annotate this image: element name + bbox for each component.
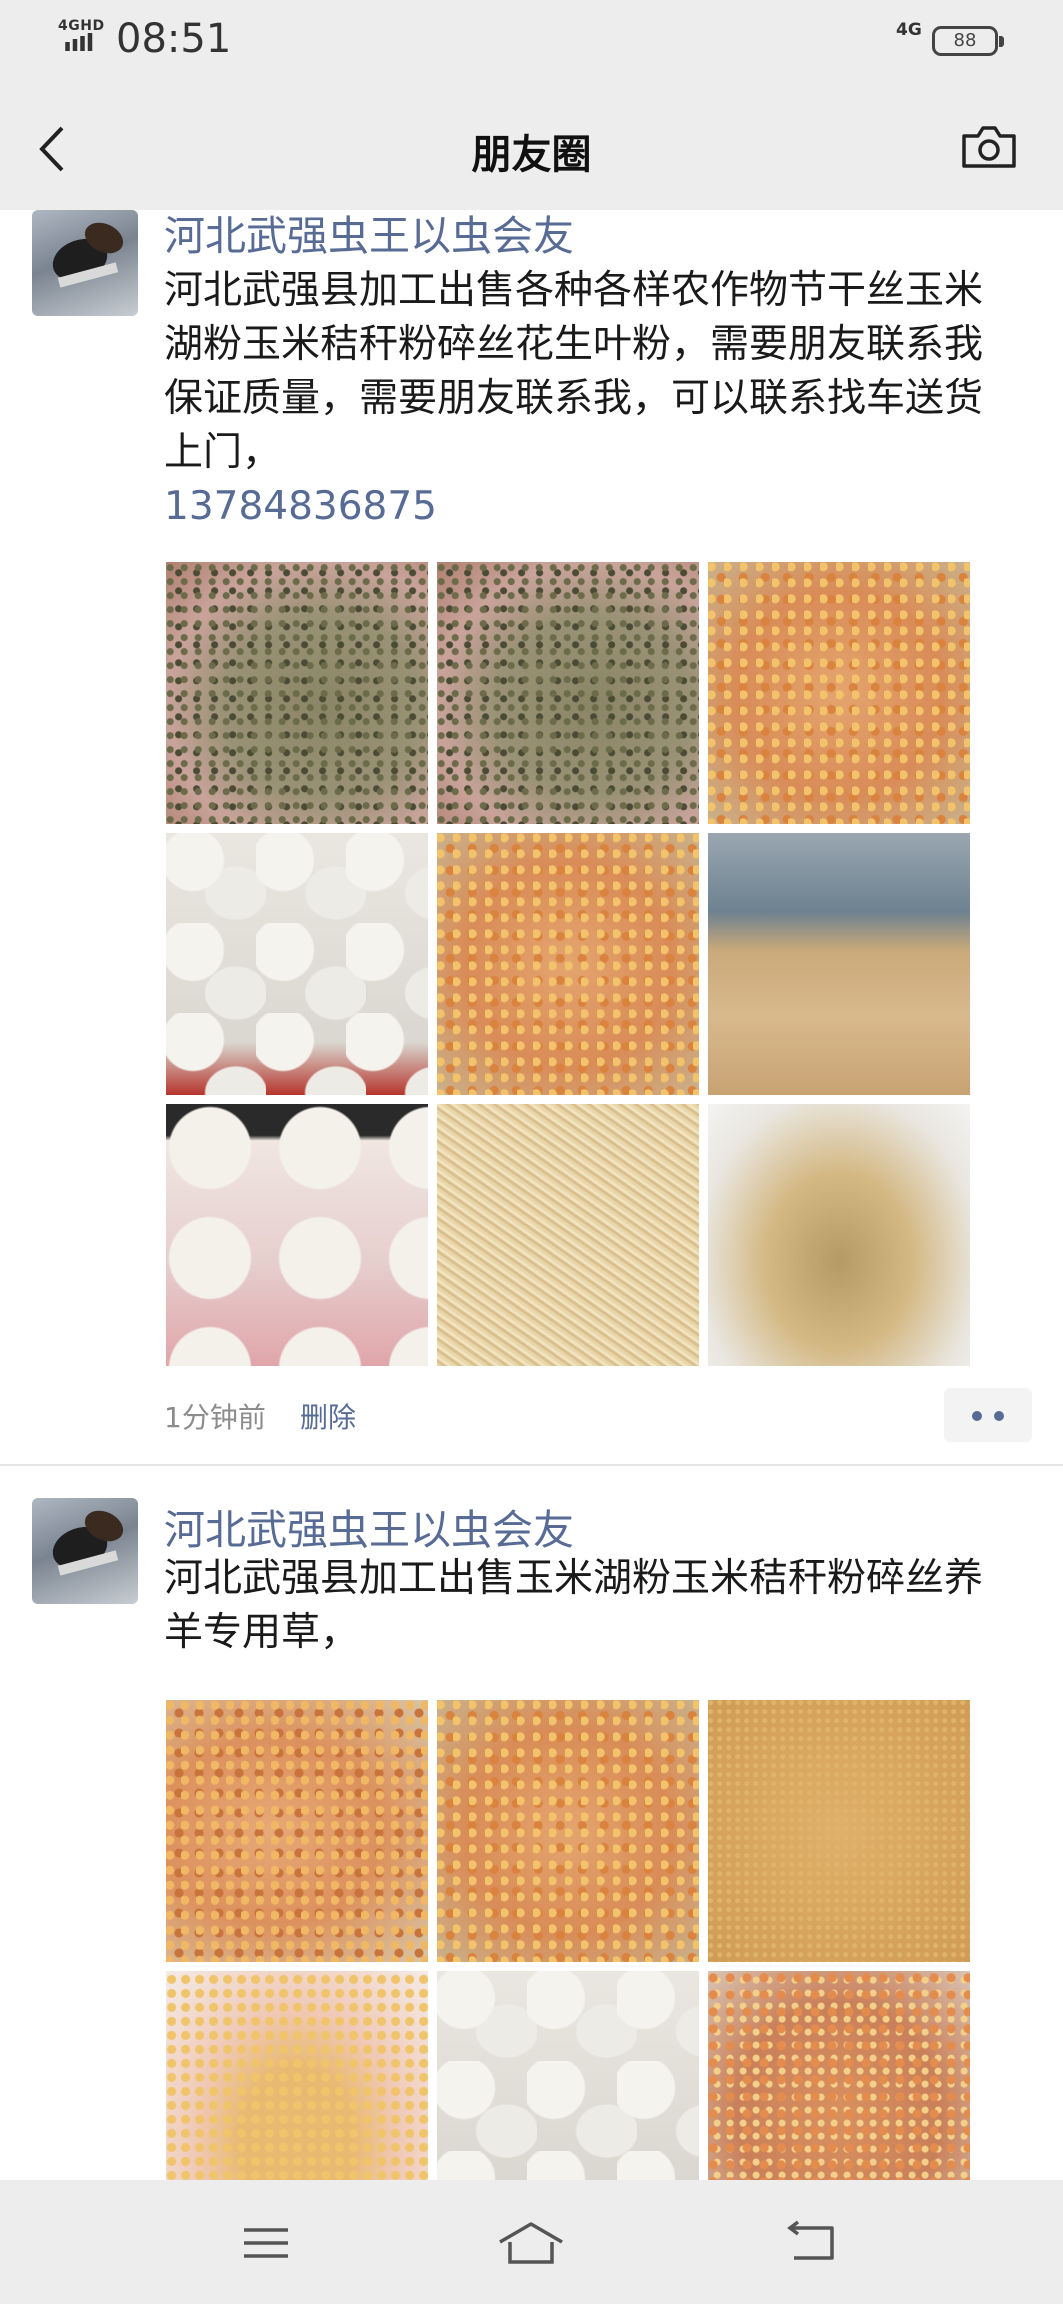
comment-more-button[interactable] <box>944 1388 1032 1442</box>
post-image[interactable] <box>166 1971 428 2180</box>
status-bar: 4GHD 08:51 4G 88 <box>0 0 1063 84</box>
post-author[interactable]: 河北武强虫王以虫会友 <box>164 210 574 262</box>
post-image[interactable] <box>708 1700 970 1962</box>
network-indicator: 4G <box>896 20 922 40</box>
post-image[interactable] <box>708 562 970 824</box>
battery-indicator: 88 <box>932 26 1004 56</box>
post-image[interactable] <box>166 1700 428 1962</box>
avatar[interactable] <box>32 1498 138 1604</box>
post-image[interactable] <box>708 1971 970 2180</box>
post-image[interactable] <box>708 833 970 1095</box>
top-nav-bar: 朋友圈 <box>0 84 1063 210</box>
post-image[interactable] <box>437 833 699 1095</box>
post-text-body: 河北武强县加工出售各种各样农作物节干丝玉米湖粉玉米秸秆粉碎丝花生叶粉，需要朋友联… <box>164 268 984 475</box>
page-title: 朋友圈 <box>471 132 592 178</box>
moments-feed[interactable]: 河北武强虫王以虫会友 河北武强县加工出售各种各样农作物节干丝玉米湖粉玉米秸秆粉碎… <box>0 210 1063 2180</box>
post-text: 河北武强县加工出售各种各样农作物节干丝玉米湖粉玉米秸秆粉碎丝花生叶粉，需要朋友联… <box>164 264 984 534</box>
menu-icon[interactable] <box>238 2220 294 2266</box>
post-image[interactable] <box>437 1700 699 1962</box>
clock: 08:51 <box>116 16 232 62</box>
post-image[interactable] <box>437 562 699 824</box>
post-divider <box>0 1464 1063 1466</box>
post-image[interactable] <box>166 1104 428 1366</box>
avatar[interactable] <box>32 210 138 316</box>
post-timestamp: 1分钟前 <box>164 1401 266 1434</box>
home-icon[interactable] <box>496 2220 566 2266</box>
camera-icon[interactable] <box>960 122 1018 172</box>
return-icon[interactable] <box>784 2220 840 2266</box>
post-text-body: 河北武强县加工出售玉米湖粉玉米秸秆粉碎丝养羊专用草， <box>164 1556 984 1655</box>
post-image[interactable] <box>437 1104 699 1366</box>
post-author[interactable]: 河北武强虫王以虫会友 <box>164 1496 574 1556</box>
post-image[interactable] <box>708 1104 970 1366</box>
post-image[interactable] <box>166 833 428 1095</box>
delete-link[interactable]: 删除 <box>300 1396 356 1436</box>
signal-icon <box>65 33 93 51</box>
post-text: 河北武强县加工出售玉米湖粉玉米秸秆粉碎丝养羊专用草， <box>164 1552 984 1660</box>
phone-link[interactable]: 13784836875 <box>164 480 984 534</box>
system-nav-bar <box>0 2180 1063 2304</box>
post-image[interactable] <box>437 1971 699 2180</box>
post-image[interactable] <box>166 562 428 824</box>
